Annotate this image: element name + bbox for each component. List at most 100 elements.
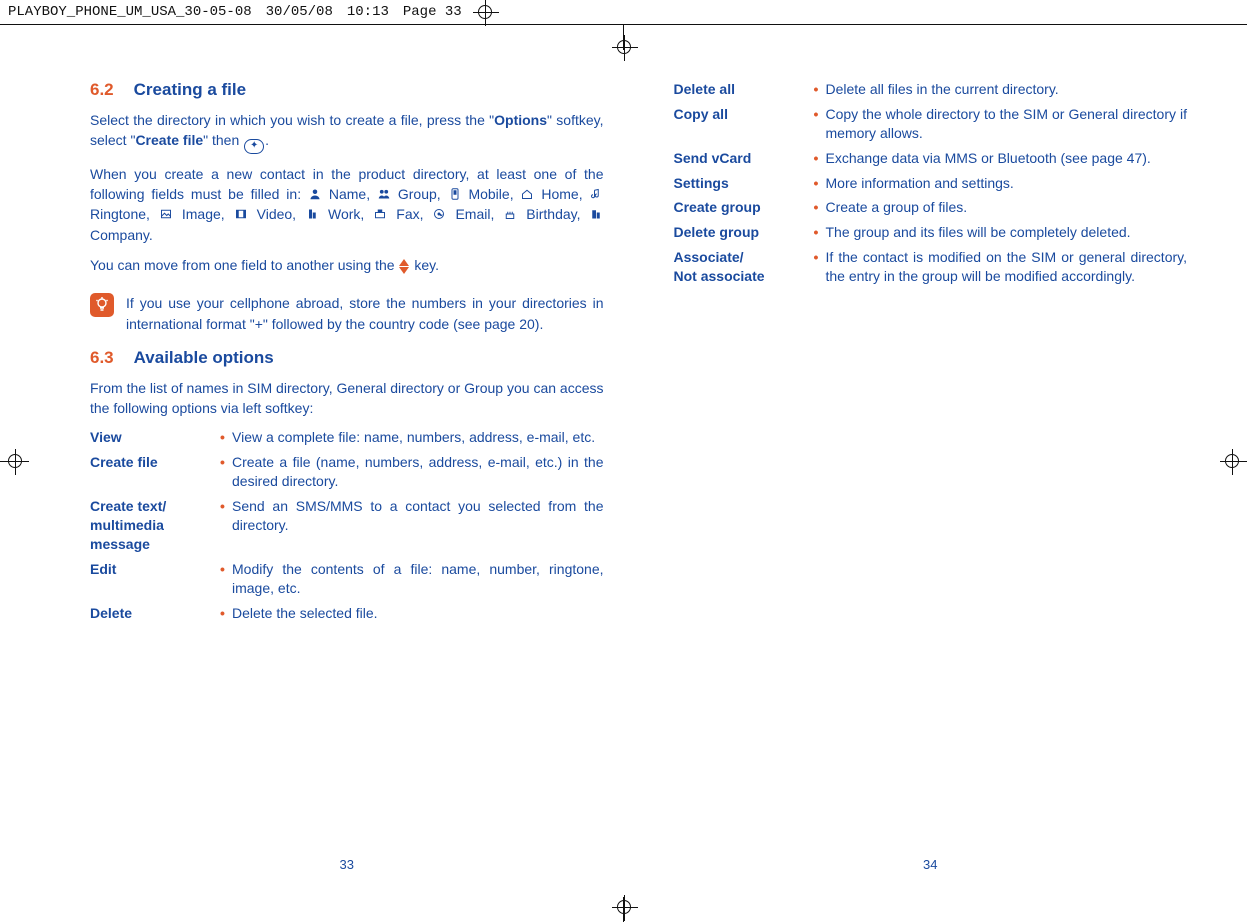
registration-mark-icon — [617, 900, 631, 914]
image-icon — [159, 208, 173, 220]
section-6-2-heading: 6.2 Creating a file — [90, 80, 604, 100]
text: Ringtone, — [90, 206, 159, 222]
option-desc: Create a file (name, numbers, address, e… — [232, 453, 604, 491]
text: Email, — [446, 206, 503, 222]
text: Company. — [90, 227, 153, 243]
option-label: Copy all — [674, 105, 814, 124]
bold-text: Create file — [135, 132, 203, 148]
option-row: Create file • Create a file (name, numbe… — [90, 453, 604, 491]
section-6-3-heading: 6.3 Available options — [90, 348, 604, 368]
option-label: Edit — [90, 560, 220, 579]
lightbulb-icon — [90, 293, 114, 317]
crop-line — [623, 897, 624, 922]
bullet-icon: • — [814, 105, 826, 124]
bullet-icon: • — [220, 560, 232, 579]
options-list: View • View a complete file: name, numbe… — [90, 428, 604, 628]
email-icon — [432, 208, 446, 220]
text: Name, — [322, 186, 377, 202]
bullet-icon: • — [814, 248, 826, 267]
page-34: Delete all • Delete all files in the cur… — [674, 80, 1188, 852]
header-page-label: Page 33 — [403, 4, 462, 20]
text: Select the directory in which you wish t… — [90, 112, 494, 128]
video-icon — [234, 208, 248, 220]
paragraph: Select the directory in which you wish t… — [90, 110, 604, 154]
page-number: 34 — [923, 857, 937, 872]
option-desc: Delete the selected file. — [232, 604, 604, 623]
group-icon — [377, 188, 391, 200]
text: Image, — [173, 206, 234, 222]
text: Video, — [248, 206, 305, 222]
bullet-icon: • — [220, 453, 232, 472]
bullet-icon: • — [220, 428, 232, 447]
home-icon — [520, 188, 534, 200]
text: You can move from one field to another u… — [90, 257, 398, 273]
option-desc: More information and settings. — [826, 174, 1188, 193]
option-label: Delete all — [674, 80, 814, 99]
option-row: Create text/ multimedia message • Send a… — [90, 497, 604, 554]
option-label: Delete — [90, 604, 220, 623]
option-desc: View a complete file: name, numbers, add… — [232, 428, 604, 447]
nav-up-down-icon — [399, 259, 409, 274]
option-label: Send vCard — [674, 149, 814, 168]
page-33: 6.2 Creating a file Select the directory… — [90, 80, 604, 852]
text: " then — [203, 132, 243, 148]
option-label: Create file — [90, 453, 220, 472]
bullet-icon: • — [220, 604, 232, 623]
option-label: Create group — [674, 198, 814, 217]
options-list: Delete all • Delete all files in the cur… — [674, 80, 1188, 292]
option-row: Copy all • Copy the whole directory to t… — [674, 105, 1188, 143]
bullet-icon: • — [814, 149, 826, 168]
fax-icon — [373, 208, 387, 220]
registration-mark-icon — [8, 454, 22, 468]
text: Group, — [391, 186, 448, 202]
text: Fax, — [387, 206, 432, 222]
bullet-icon: • — [814, 223, 826, 242]
section-title: Creating a file — [134, 80, 246, 100]
registration-mark-icon — [1225, 454, 1239, 468]
option-label: Create text/ multimedia message — [90, 497, 220, 554]
option-desc: Copy the whole directory to the SIM or G… — [826, 105, 1188, 143]
option-desc: Exchange data via MMS or Bluetooth (see … — [826, 149, 1188, 168]
mobile-icon — [448, 188, 462, 200]
header-time: 10:13 — [347, 4, 389, 20]
text: Mobile, — [462, 186, 521, 202]
crop-line — [0, 461, 25, 462]
text: key. — [410, 257, 439, 273]
bullet-icon: • — [814, 80, 826, 99]
company-icon — [589, 208, 603, 220]
option-label: Delete group — [674, 223, 814, 242]
option-label: Associate/ Not associate — [674, 248, 814, 286]
option-row: Delete all • Delete all files in the cur… — [674, 80, 1188, 99]
bullet-icon: • — [220, 497, 232, 516]
section-title: Available options — [134, 348, 274, 368]
tip-callout: If you use your cellphone abroad, store … — [90, 293, 604, 334]
option-desc: Modify the contents of a file: name, num… — [232, 560, 604, 598]
ok-key-icon: ✦ — [244, 139, 264, 154]
option-row: Associate/ Not associate • If the contac… — [674, 248, 1188, 286]
option-row: View • View a complete file: name, numbe… — [90, 428, 604, 447]
section-number: 6.3 — [90, 348, 114, 368]
bullet-icon: • — [814, 174, 826, 193]
birthday-icon — [503, 208, 517, 220]
text: . — [265, 132, 269, 148]
option-row: Settings • More information and settings… — [674, 174, 1188, 193]
option-row: Create group • Create a group of files. — [674, 198, 1188, 217]
bullet-icon: • — [814, 198, 826, 217]
section-number: 6.2 — [90, 80, 114, 100]
crop-line — [623, 25, 624, 50]
work-icon — [305, 208, 319, 220]
page-spread: 6.2 Creating a file Select the directory… — [90, 80, 1187, 852]
ringtone-icon — [589, 188, 603, 200]
person-icon — [308, 188, 322, 200]
registration-mark-icon — [617, 40, 631, 54]
paragraph: When you create a new contact in the pro… — [90, 164, 604, 245]
tip-text: If you use your cellphone abroad, store … — [126, 293, 604, 334]
paragraph: You can move from one field to another u… — [90, 255, 604, 275]
bold-text: Options — [494, 112, 547, 128]
registration-mark-icon — [478, 5, 492, 19]
option-row: Delete • Delete the selected file. — [90, 604, 604, 623]
option-desc: Send an SMS/MMS to a contact you selecte… — [232, 497, 604, 535]
option-row: Delete group • The group and its files w… — [674, 223, 1188, 242]
option-desc: Delete all files in the current director… — [826, 80, 1188, 99]
header-date: 30/05/08 — [266, 4, 333, 20]
